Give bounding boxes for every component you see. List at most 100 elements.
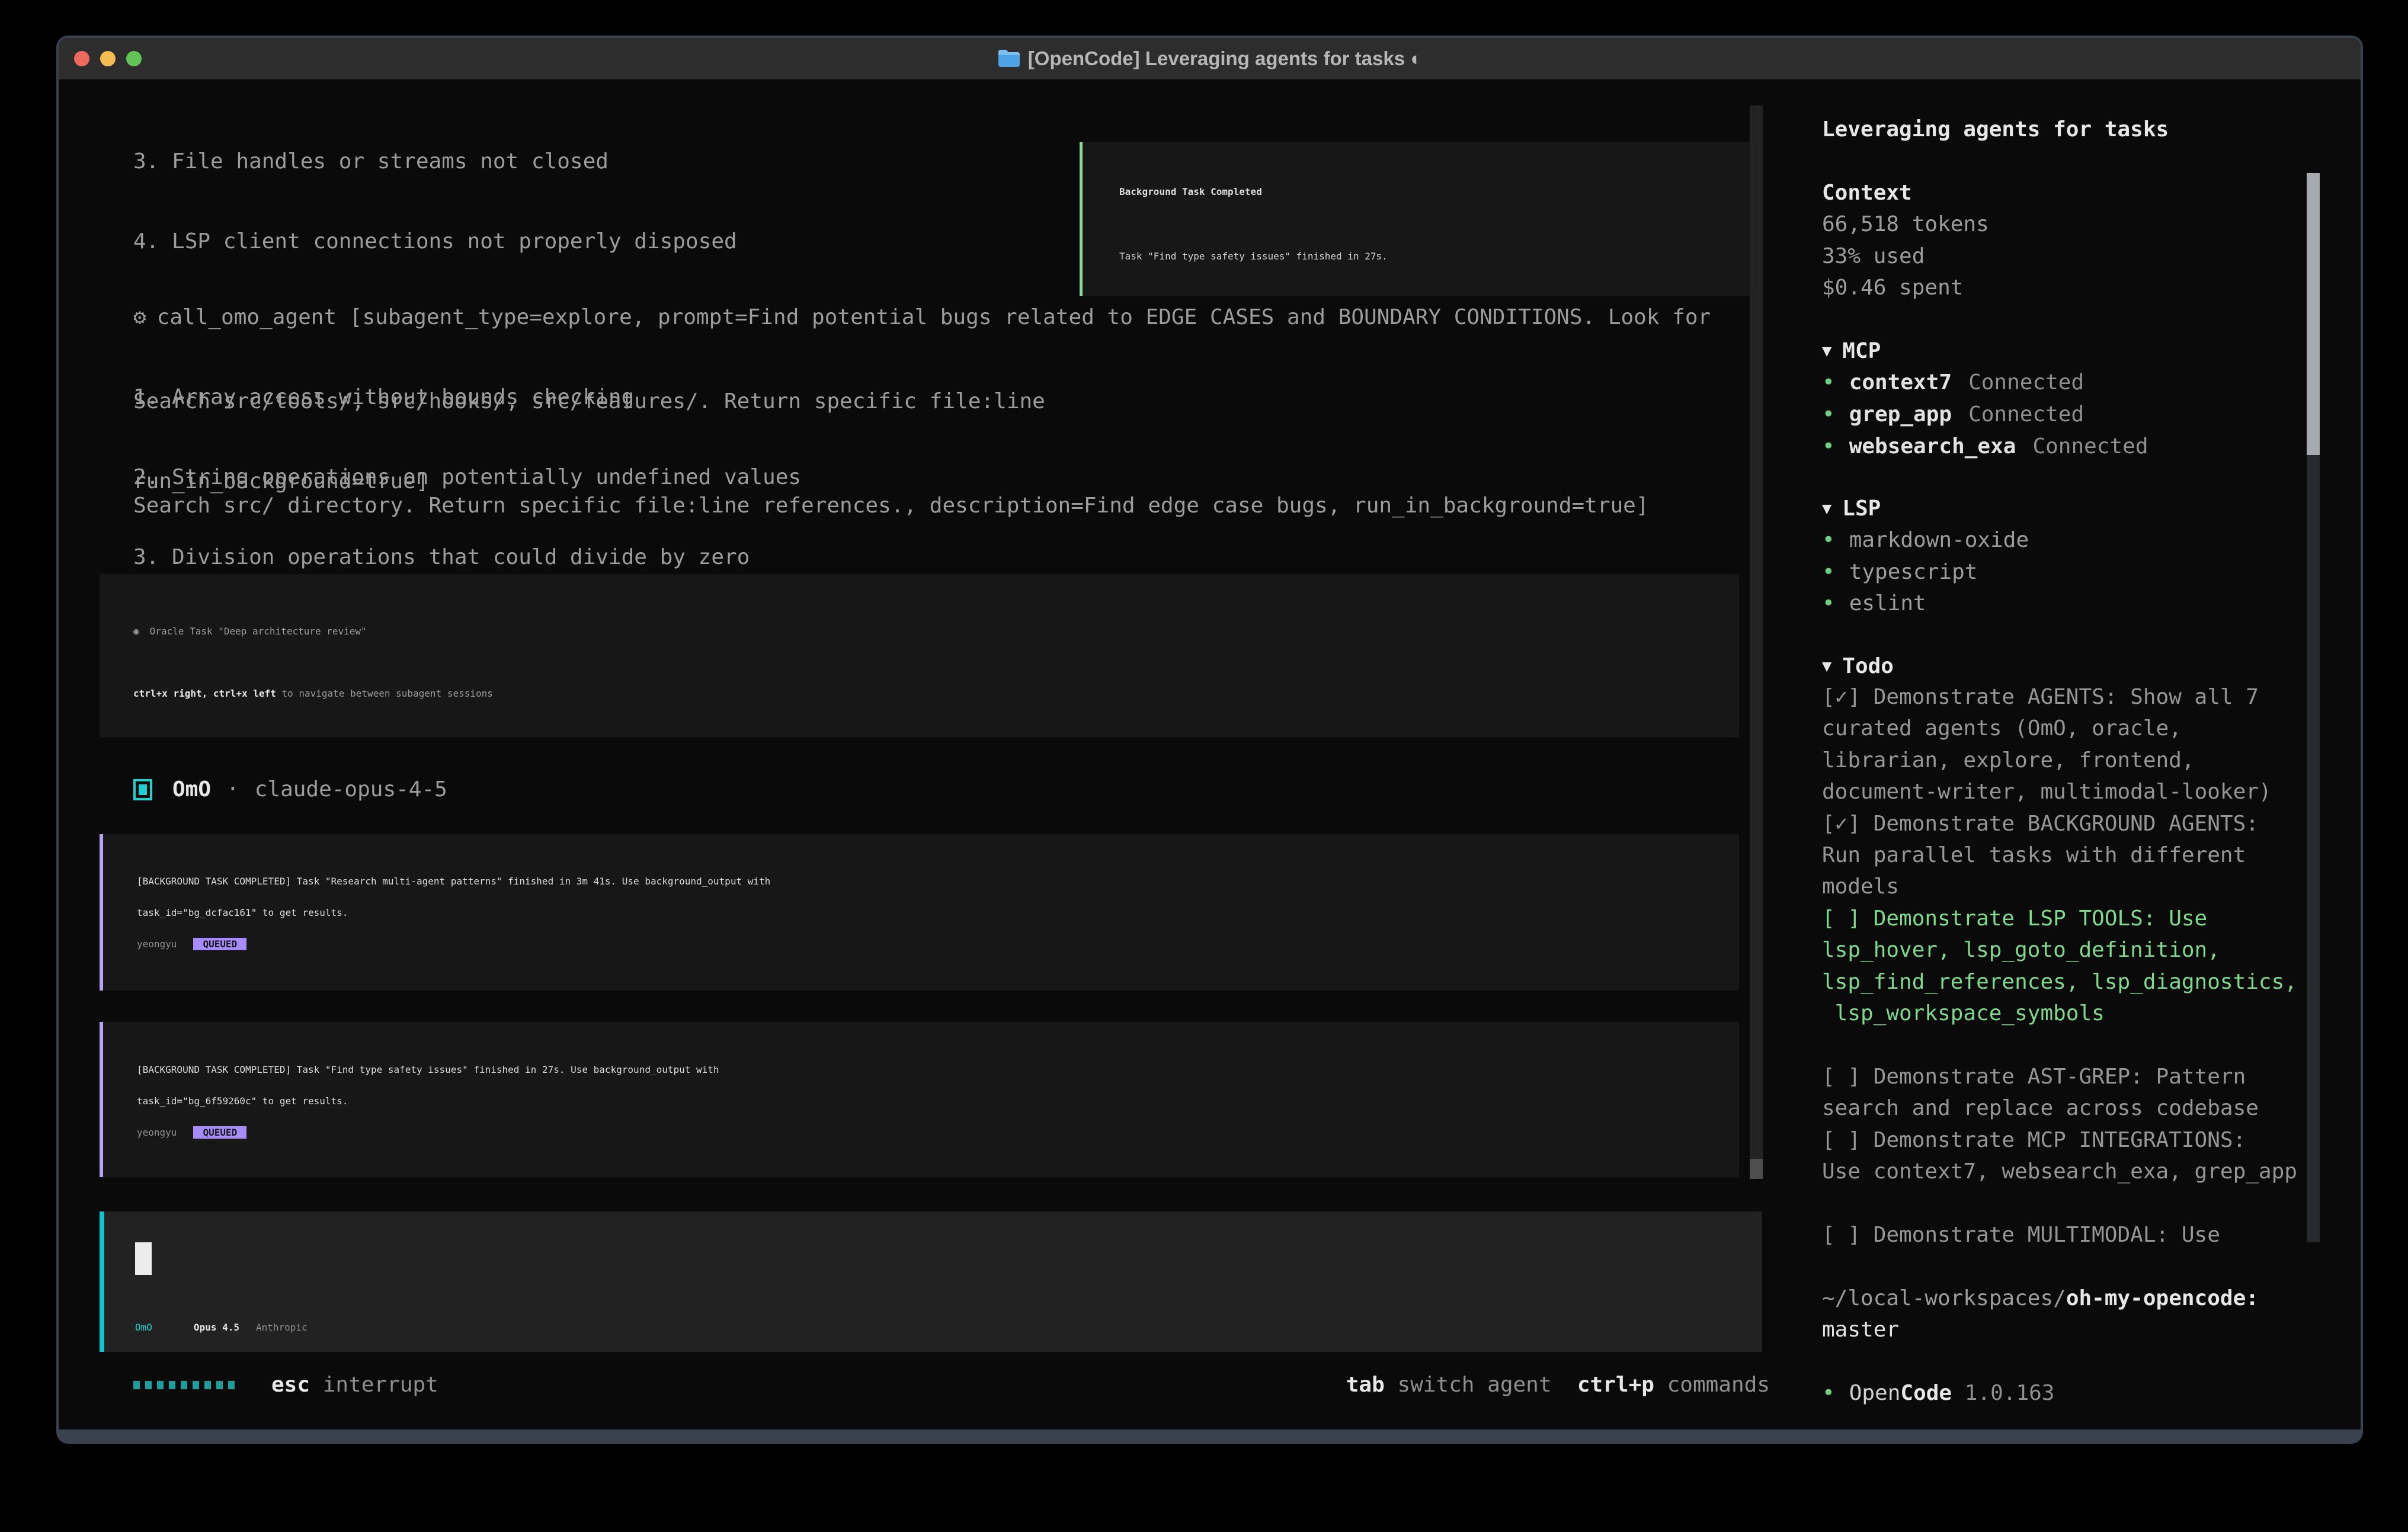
- window-titlebar: [OpenCode] Leveraging agents for tasks ◐: [59, 38, 2361, 79]
- mcp-item: • grep_app Connected: [1822, 399, 2084, 430]
- search-line: Search src/ directory. Return specific f…: [133, 490, 1649, 521]
- mcp-status: Connected: [1968, 370, 2084, 395]
- chat-line: 4. LSP client connections not properly d…: [133, 226, 1045, 257]
- dot-separator: ·: [226, 777, 239, 802]
- lsp-name: markdown-oxide: [1849, 528, 2029, 552]
- todo-line: [ ] Demonstrate LSP TOOLS: Use: [1822, 903, 2343, 934]
- agent-model: claude-opus-4-5: [255, 777, 447, 802]
- context-heading: Context: [1822, 177, 1912, 209]
- task-card-line2: task_id="bg_6f59260c" to get results.: [137, 1085, 348, 1117]
- tab-key-hint[interactable]: tab: [1346, 1373, 1385, 1397]
- status-bar: esc interrupt tab switch agent ctrl+p co…: [133, 1369, 1770, 1400]
- ctrlp-key-hint[interactable]: ctrl+p: [1552, 1373, 1654, 1397]
- mcp-item: • context7 Connected: [1822, 367, 2084, 398]
- oracle-task-title: Oracle Task "Deep architecture review": [150, 626, 367, 637]
- todo-line: lsp_workspace_symbols: [1822, 998, 2343, 1029]
- brand-open: Open: [1849, 1381, 1901, 1405]
- status-badge: QUEUED: [193, 1126, 246, 1139]
- chat-line: 3. File handles or streams not closed: [133, 146, 1045, 177]
- zoom-button[interactable]: [126, 51, 142, 66]
- context-tokens: 66,518 tokens: [1822, 209, 1989, 240]
- shortcut-desc: to navigate between subagent sessions: [276, 688, 493, 699]
- version-row: •OpenCode 1.0.163: [1822, 1377, 2343, 1409]
- lsp-heading: LSP: [1842, 496, 1881, 521]
- bug-item: 1. Array access without bounds checking: [133, 382, 955, 413]
- opencode-window: [OpenCode] Leveraging agents for tasks ◐…: [56, 36, 2363, 1444]
- workspace-path: ~/local-workspaces/oh-my-opencode:: [1822, 1283, 2343, 1314]
- chevron-down-icon: ▼: [1822, 342, 1831, 360]
- context-used: 33% used: [1822, 241, 1925, 272]
- bug-item: 2. String operations on potentially unde…: [133, 461, 955, 493]
- toast-title: Background Task Completed: [1119, 176, 1262, 207]
- brand-code: Code: [1900, 1381, 1952, 1405]
- ctrlp-key-label: commands: [1654, 1373, 1770, 1397]
- task-author: yeongyu: [137, 938, 177, 950]
- task-card-line1: [BACKGROUND TASK COMPLETED] Task "Resear…: [137, 866, 770, 897]
- chevron-down-icon: ▼: [1822, 499, 1831, 518]
- tool-call-line: ⚙ call_omo_agent [subagent_type=explore,…: [133, 302, 1711, 333]
- workspace-branch: master: [1822, 1314, 2343, 1345]
- input-model[interactable]: Opus 4.5: [194, 1322, 239, 1333]
- blank-line: [1822, 1345, 2343, 1377]
- task-author: yeongyu: [137, 1127, 177, 1138]
- agent-row[interactable]: OmO · claude-opus-4-5: [133, 774, 447, 805]
- busy-spinner-icon: [133, 1381, 235, 1389]
- task-card[interactable]: [BACKGROUND TASK COMPLETED] Task "Resear…: [100, 834, 1739, 991]
- todo-line: curated agents (OmO, oracle,: [1822, 713, 2343, 744]
- lsp-item: • eslint: [1822, 588, 1926, 619]
- traffic-lights: [74, 51, 142, 66]
- workspace-repo: oh-my-opencode:: [2066, 1286, 2259, 1310]
- status-badge: QUEUED: [193, 938, 246, 950]
- sidebar-scrollbar-thumb[interactable]: [2307, 173, 2320, 455]
- todo-line: [✓] Demonstrate AGENTS: Show all 7: [1822, 681, 2343, 713]
- lsp-section-header[interactable]: ▼ LSP: [1822, 493, 1881, 524]
- terminal-content: 3. File handles or streams not closed 4.…: [59, 79, 2361, 1430]
- todo-line: [ ] Demonstrate MCP INTEGRATIONS:: [1822, 1124, 2343, 1156]
- todo-line: [✓] Demonstrate BACKGROUND AGENTS:: [1822, 808, 2343, 839]
- text-cursor: [135, 1242, 152, 1275]
- context-spent: $0.46 spent: [1822, 272, 1963, 303]
- close-button[interactable]: [74, 51, 89, 66]
- oracle-task-title-row: ◉ Oracle Task "Deep architecture review": [133, 616, 367, 647]
- todo-section-header[interactable]: ▼ Todo: [1822, 650, 1894, 682]
- status-right: tab switch agent ctrl+p commands: [1346, 1373, 1770, 1397]
- todo-line: Run parallel tasks with different: [1822, 839, 2343, 871]
- esc-key-label: interrupt: [310, 1373, 438, 1397]
- chat-scrollbar[interactable]: [1750, 105, 1763, 1179]
- status-dot-icon: •: [1822, 528, 1835, 552]
- chat-scrollbar-thumb[interactable]: [1750, 1159, 1763, 1179]
- shortcut-keys: ctrl+x right, ctrl+x left: [133, 688, 276, 699]
- input-agent-name[interactable]: OmO: [135, 1322, 152, 1333]
- todo-line: [ ] Demonstrate AST-GREP: Pattern: [1822, 1061, 2343, 1092]
- status-dot-icon: •: [1822, 370, 1835, 395]
- todo-line: search and replace across codebase: [1822, 1092, 2343, 1124]
- todo-line: librarian, explore, frontend,: [1822, 745, 2343, 776]
- lsp-name: eslint: [1849, 591, 1926, 616]
- target-icon: ◉: [133, 626, 139, 637]
- todo-line: [1822, 1029, 2343, 1060]
- lsp-item: • markdown-oxide: [1822, 524, 2029, 556]
- status-dot-icon: •: [1822, 560, 1835, 584]
- sidebar-scrollbar[interactable]: [2307, 173, 2320, 1242]
- todo-line: lsp_hover, lsp_goto_definition,: [1822, 934, 2343, 966]
- mcp-section-header[interactable]: ▼ MCP: [1822, 335, 1881, 367]
- prompt-input[interactable]: OmO Opus 4.5 Anthropic: [100, 1212, 1762, 1352]
- todo-heading: Todo: [1842, 654, 1894, 678]
- task-card[interactable]: [BACKGROUND TASK COMPLETED] Task "Find t…: [100, 1022, 1739, 1177]
- tab-key-label: switch agent: [1385, 1373, 1552, 1397]
- status-dot-icon: •: [1822, 591, 1835, 616]
- minimize-button[interactable]: [100, 51, 116, 66]
- status-dot-icon: •: [1822, 434, 1835, 459]
- status-dot-icon: •: [1822, 1381, 1835, 1405]
- session-title: Leveraging agents for tasks: [1822, 114, 2169, 145]
- mcp-heading: MCP: [1842, 339, 1881, 363]
- oracle-task-box[interactable]: ◉ Oracle Task "Deep architecture review"…: [100, 574, 1739, 738]
- workspace-prefix: ~/local-workspaces/: [1822, 1286, 2066, 1310]
- agent-name: OmO: [172, 777, 211, 802]
- esc-key-hint[interactable]: esc: [271, 1373, 310, 1397]
- toast-body: Task "Find type safety issues" finished …: [1119, 241, 1388, 272]
- chevron-down-icon: ▼: [1822, 657, 1831, 675]
- todo-line: models: [1822, 871, 2343, 902]
- notification-toast[interactable]: Background Task Completed Task "Find typ…: [1080, 142, 1753, 296]
- window-title: [OpenCode] Leveraging agents for tasks ◐: [1028, 47, 1422, 70]
